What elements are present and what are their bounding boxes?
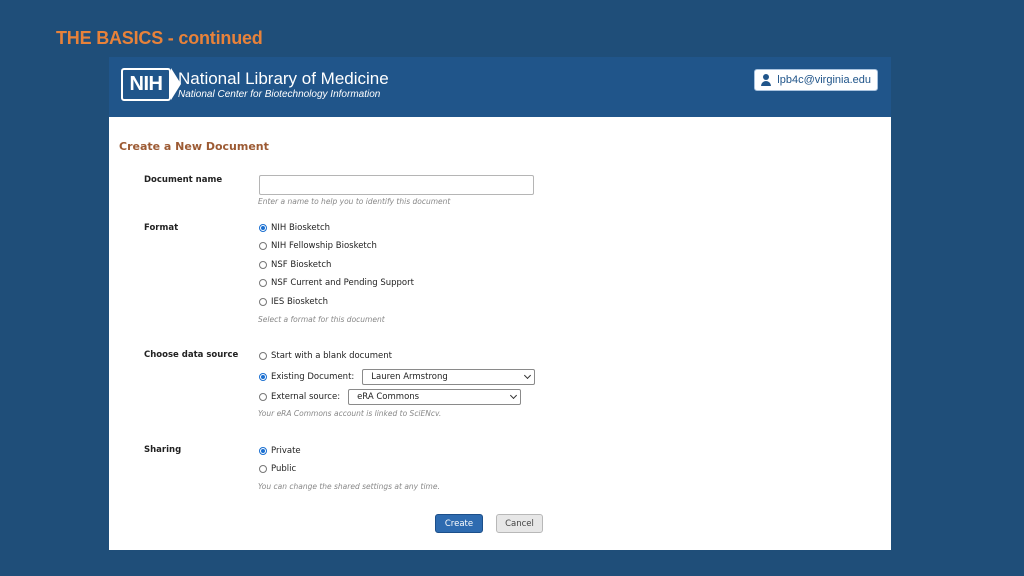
radio-button[interactable] [259, 393, 267, 401]
nih-logo[interactable]: NIH [121, 68, 171, 101]
radio-button[interactable] [259, 373, 267, 381]
user-icon [760, 74, 772, 86]
data-source-hint: Your eRA Commons account is linked to Sc… [258, 409, 442, 418]
radio-button[interactable] [259, 224, 267, 232]
existing-document-select[interactable]: Lauren Armstrong [362, 369, 536, 385]
data-source-label: Choose data source [144, 350, 239, 360]
radio-button[interactable] [259, 242, 267, 250]
format-option-label: IES Biosketch [271, 297, 329, 307]
data-source-option-label: Start with a blank document [271, 351, 392, 361]
data-source-option-label: External source: [271, 392, 341, 402]
library-subtitle[interactable]: National Center for Biotechnology Inform… [178, 89, 380, 100]
format-hint: Select a format for this document [258, 315, 385, 324]
format-option-label: NIH Fellowship Biosketch [271, 241, 377, 251]
radio-button[interactable] [259, 447, 267, 455]
format-option-label: NIH Biosketch [271, 223, 331, 233]
format-option-nih-biosketch[interactable]: NIH Biosketch [259, 223, 330, 233]
sharing-option-label: Private [271, 446, 301, 456]
external-source-value: eRA Commons [357, 392, 420, 402]
sharing-hint: You can change the shared settings at an… [258, 482, 440, 491]
format-label: Format [144, 223, 179, 233]
data-source-option-label: Existing Document: [271, 372, 355, 382]
document-name-hint: Enter a name to help you to identify thi… [258, 197, 451, 206]
data-source-blank[interactable]: Start with a blank document [259, 351, 392, 361]
format-option-nih-fellowship[interactable]: NIH Fellowship Biosketch [259, 241, 377, 251]
ncbi-header: NIH National Library of Medicine Nationa… [109, 57, 891, 117]
radio-button[interactable] [259, 261, 267, 269]
radio-button[interactable] [259, 298, 267, 306]
document-name-label: Document name [144, 175, 223, 185]
sharing-public[interactable]: Public [259, 464, 296, 474]
format-option-label: NSF Biosketch [271, 260, 332, 270]
format-option-ies-biosketch[interactable]: IES Biosketch [259, 297, 328, 307]
sharing-label: Sharing [144, 445, 182, 455]
format-option-nsf-biosketch[interactable]: NSF Biosketch [259, 260, 331, 270]
account-email: lpb4c@virginia.edu [777, 74, 871, 86]
library-name[interactable]: National Library of Medicine [178, 69, 389, 89]
account-button[interactable]: lpb4c@virginia.edu [754, 69, 878, 91]
existing-document-value: Lauren Armstrong [371, 372, 448, 382]
sharing-option-label: Public [271, 464, 297, 474]
radio-button[interactable] [259, 352, 267, 360]
data-source-existing[interactable]: Existing Document: Lauren Armstrong [259, 369, 536, 385]
scienc-window: NIH National Library of Medicine Nationa… [109, 57, 891, 550]
radio-button[interactable] [259, 465, 267, 473]
slide-title: THE BASICS - continued [56, 28, 263, 48]
chevron-down-icon [510, 391, 518, 400]
chevron-down-icon [524, 371, 532, 380]
sharing-private[interactable]: Private [259, 446, 301, 456]
create-button[interactable]: Create [435, 514, 483, 533]
external-source-select[interactable]: eRA Commons [348, 389, 522, 405]
radio-button[interactable] [259, 279, 267, 287]
cancel-button[interactable]: Cancel [496, 514, 543, 533]
format-option-nsf-current-pending[interactable]: NSF Current and Pending Support [259, 278, 414, 288]
data-source-external[interactable]: External source: eRA Commons [259, 389, 522, 405]
format-option-label: NSF Current and Pending Support [271, 278, 414, 288]
document-name-input[interactable] [259, 175, 534, 195]
form-title: Create a New Document [119, 140, 269, 153]
